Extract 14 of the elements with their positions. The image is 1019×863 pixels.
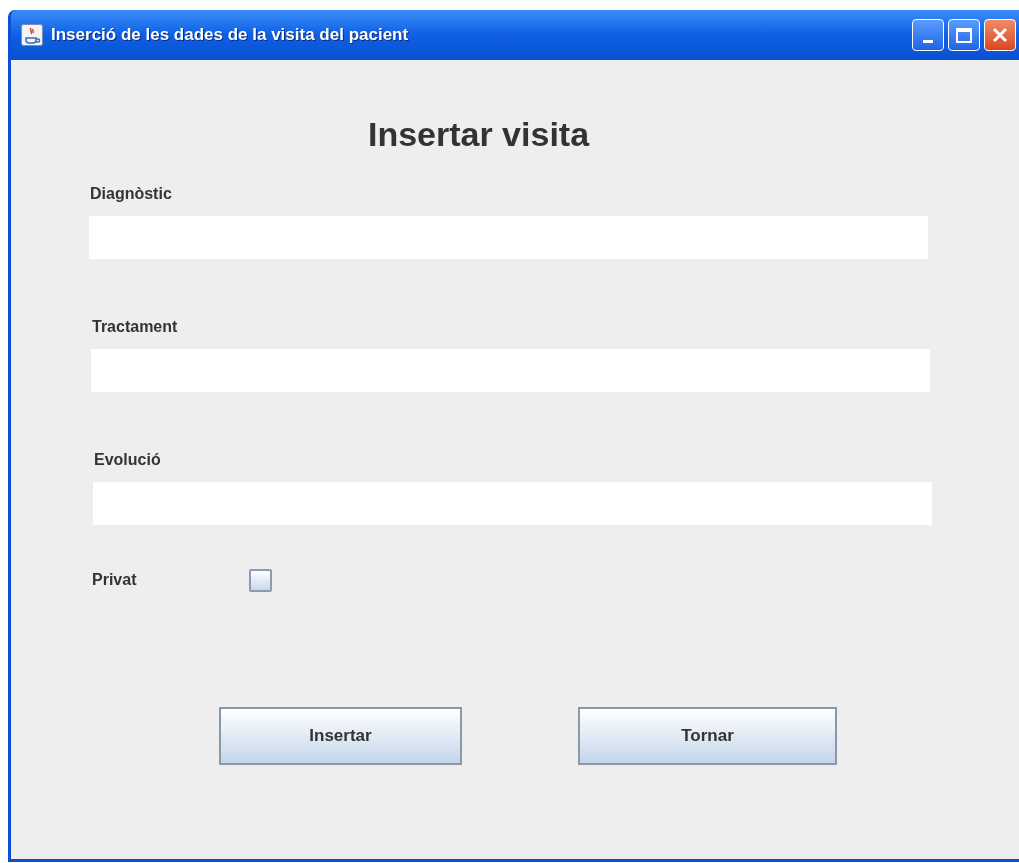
checkbox[interactable] [249, 568, 272, 592]
checkbox-label: Privat [92, 570, 138, 590]
form-heading: Insertar visita [367, 114, 590, 155]
field-label: Diagnòstic [90, 184, 173, 204]
action-button[interactable]: Tornar [578, 707, 837, 765]
minimize-button[interactable] [912, 19, 944, 51]
java-cup-icon [21, 24, 43, 46]
maximize-button[interactable] [948, 19, 980, 51]
field-label: Evolució [94, 450, 162, 470]
window-title: Inserció de les dades de la visita del pacient [51, 24, 409, 47]
close-icon [992, 27, 1008, 43]
close-button[interactable] [984, 19, 1016, 51]
field-label: Tractament [92, 317, 179, 337]
action-button[interactable]: Insertar [219, 707, 462, 765]
